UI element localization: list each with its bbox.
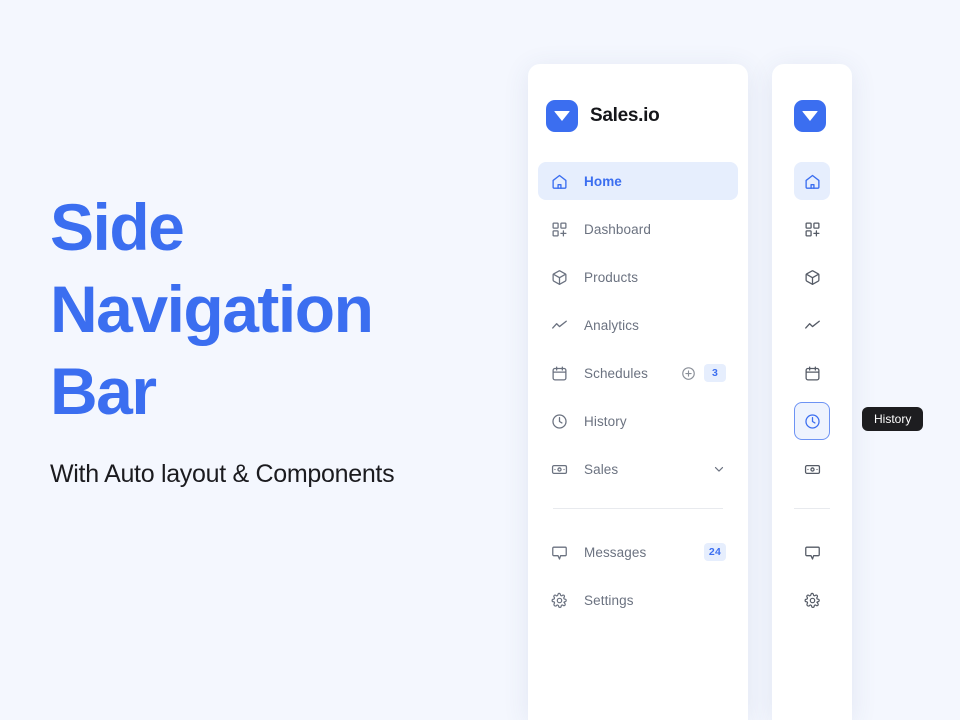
gear-icon (804, 592, 821, 609)
chart-line-icon (804, 317, 821, 334)
chart-line-icon (550, 316, 568, 334)
sidebar-item-label: Dashboard (584, 221, 651, 237)
rail-item-analytics[interactable] (794, 306, 830, 344)
hero-block: Side Navigation Bar With Auto layout & C… (50, 186, 480, 490)
rail-item-schedules[interactable] (794, 354, 830, 392)
page-subtitle: With Auto layout & Components (50, 460, 395, 488)
sidebar-item-label: Settings (584, 592, 634, 608)
status-badge: 24 (703, 543, 726, 561)
sidebar-item-settings[interactable]: Settings (538, 581, 738, 619)
gear-icon (550, 591, 568, 609)
sidebar-divider (553, 508, 723, 509)
rail-item-history[interactable] (794, 402, 830, 440)
sidebar-item-label: Products (584, 269, 639, 285)
rail-divider (794, 508, 830, 509)
calendar-icon (804, 365, 821, 382)
home-icon (804, 173, 821, 190)
rail-item-settings[interactable] (794, 581, 830, 619)
page-title: Side Navigation Bar (50, 190, 374, 428)
brand-name: Sales.io (590, 105, 660, 126)
status-badge: 3 (704, 364, 726, 382)
banknote-icon (804, 461, 821, 478)
rail-nav (772, 162, 852, 498)
sidebar-item-home[interactable]: Home (538, 162, 738, 200)
dashboard-icon (550, 220, 568, 238)
plus-circle-icon[interactable] (681, 366, 696, 381)
logo-mark (546, 100, 578, 132)
sidebar-nav: Home Dashboard Products Analytics Schedu… (538, 162, 738, 498)
clock-icon (550, 412, 568, 430)
brand[interactable]: Sales.io (546, 100, 660, 132)
rail-item-sales[interactable] (794, 450, 830, 488)
dashboard-icon (804, 221, 821, 238)
sidebar-item-actions: 3 (681, 364, 726, 382)
rail-item-home[interactable] (794, 162, 830, 200)
screen: Side Navigation Bar With Auto layout & C… (0, 0, 960, 720)
sidebar-nav-bottom: Messages 24 Settings (538, 533, 738, 629)
sidebar-item-label: History (584, 413, 627, 429)
rail-item-products[interactable] (794, 258, 830, 296)
rail-item-messages[interactable] (794, 533, 830, 571)
sidebar-collapsed-rail (772, 64, 852, 720)
message-icon (804, 544, 821, 561)
sidebar-item-actions (712, 462, 726, 476)
sidebar-item-products[interactable]: Products (538, 258, 738, 296)
banknote-icon (550, 460, 568, 478)
box-icon (804, 269, 821, 286)
sidebar-item-analytics[interactable]: Analytics (538, 306, 738, 344)
home-icon (550, 172, 568, 190)
sidebar-item-label: Schedules (584, 365, 648, 381)
clock-icon (804, 413, 821, 430)
sidebar-item-label: Messages (584, 544, 647, 560)
sidebar-item-label: Sales (584, 461, 619, 477)
rail-item-dashboard[interactable] (794, 210, 830, 248)
chevron-down-icon[interactable] (712, 462, 726, 476)
sidebar-item-schedules[interactable]: Schedules 3 (538, 354, 738, 392)
rail-brand[interactable] (794, 100, 826, 132)
rail-nav-bottom (772, 533, 852, 629)
logo-mark (794, 100, 826, 132)
sidebar-item-actions: 24 (703, 543, 726, 561)
box-icon (550, 268, 568, 286)
sidebar-item-dashboard[interactable]: Dashboard (538, 210, 738, 248)
sidebar-expanded: Sales.io Home Dashboard Products Analyti… (528, 64, 748, 720)
sidebar-item-messages[interactable]: Messages 24 (538, 533, 738, 571)
tooltip-history: History (862, 407, 924, 431)
sidebar-item-label: Analytics (584, 317, 639, 333)
triangle-down-icon (802, 111, 818, 121)
calendar-icon (550, 364, 568, 382)
sidebar-item-history[interactable]: History (538, 402, 738, 440)
triangle-down-icon (554, 111, 570, 121)
sidebar-item-sales[interactable]: Sales (538, 450, 738, 488)
sidebar-item-label: Home (584, 173, 622, 189)
message-icon (550, 543, 568, 561)
